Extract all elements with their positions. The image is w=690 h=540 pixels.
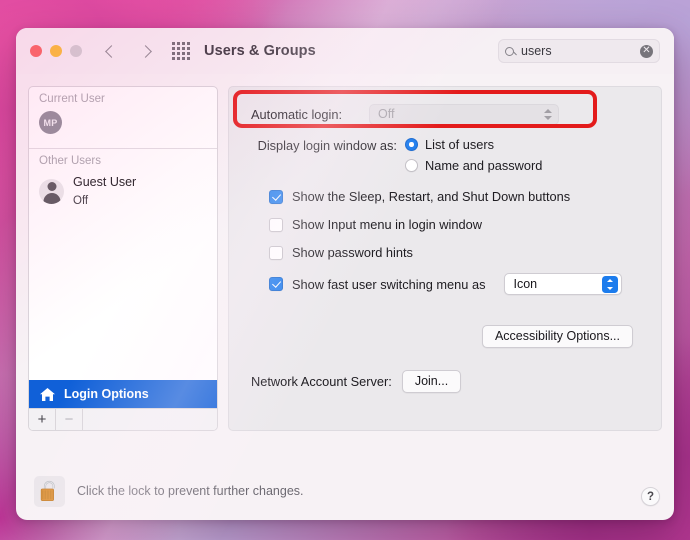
login-options-checkbox-list: Show the Sleep, Restart, and Shut Down b…	[269, 189, 645, 295]
search-field[interactable]: users ✕	[498, 39, 660, 63]
fast-user-switching-select[interactable]: Icon	[504, 273, 623, 295]
remove-user-button: −	[56, 409, 83, 430]
checkbox-label: Show fast user switching menu as	[292, 276, 486, 292]
sidebar-footer-filler	[83, 409, 217, 430]
radio-button[interactable]	[405, 138, 418, 151]
checkbox-show-sleep-restart-shutdown[interactable]: Show the Sleep, Restart, and Shut Down b…	[269, 189, 645, 204]
automatic-login-label: Automatic login:	[251, 106, 343, 122]
checkbox[interactable]	[269, 217, 283, 232]
checkbox-show-password-hints[interactable]: Show password hints	[269, 245, 645, 260]
chevron-updown-icon	[543, 107, 552, 121]
list-item-current-user[interactable]: MP	[29, 107, 217, 142]
group-header-other-users: Other Users	[39, 155, 101, 167]
checkbox[interactable]	[269, 189, 283, 204]
automatic-login-row: Automatic login: Off	[251, 103, 645, 125]
desktop-wallpaper: Users & Groups users ✕ Current User MP O…	[0, 0, 690, 540]
sidebar-footer: + −	[29, 408, 217, 430]
fast-user-switching-value: Icon	[513, 277, 538, 291]
guest-avatar-icon	[39, 178, 64, 204]
join-button[interactable]: Join...	[401, 370, 462, 393]
radio-list-of-users[interactable]: List of users	[405, 137, 542, 152]
show-all-grid-icon[interactable]	[172, 42, 190, 60]
window-titlebar: Users & Groups users ✕	[16, 28, 674, 74]
display-login-window-row: Display login window as: List of users N…	[245, 137, 645, 173]
accessibility-options-button[interactable]: Accessibility Options...	[481, 325, 633, 348]
checkbox[interactable]	[269, 245, 283, 260]
window-body: Current User MP Other Users Guest User O…	[16, 74, 674, 431]
checkbox-label: Show password hints	[292, 245, 413, 260]
zoom-button[interactable]	[70, 45, 82, 57]
accessibility-options-row: Accessibility Options...	[245, 325, 645, 348]
login-options-panel: Automatic login: Off Display login windo…	[228, 86, 662, 431]
radio-label: List of users	[425, 137, 494, 152]
group-header-current-user: Current User	[39, 93, 105, 105]
list-item-label: Guest User	[73, 175, 137, 189]
navigation-buttons	[102, 42, 154, 60]
chevron-updown-icon[interactable]	[602, 275, 619, 293]
house-icon	[39, 387, 56, 402]
users-sidebar: Current User MP Other Users Guest User O…	[28, 86, 218, 431]
network-account-server-label: Network Account Server:	[251, 374, 392, 389]
minimize-button[interactable]	[50, 45, 62, 57]
checkbox-label: Show the Sleep, Restart, and Shut Down b…	[292, 189, 571, 204]
forward-button[interactable]	[136, 42, 154, 60]
help-button[interactable]: ?	[641, 487, 660, 506]
window-footer: Click the lock to prevent further change…	[16, 462, 674, 520]
automatic-login-select[interactable]: Off	[369, 103, 559, 125]
automatic-login-value: Off	[378, 107, 395, 121]
radio-button[interactable]	[405, 159, 418, 172]
search-input-value[interactable]: users	[521, 44, 640, 58]
checkbox-label: Show Input menu in login window	[292, 217, 482, 232]
system-preferences-window: Users & Groups users ✕ Current User MP O…	[16, 28, 674, 520]
display-login-window-radio-group: List of users Name and password	[405, 137, 542, 173]
list-item-status: Off	[73, 195, 89, 207]
add-user-button[interactable]: +	[29, 409, 56, 430]
list-item-guest-user[interactable]: Guest User Off	[29, 169, 217, 217]
traffic-light-buttons	[30, 45, 82, 57]
lock-hint-text: Click the lock to prevent further change…	[77, 484, 304, 498]
search-icon	[505, 46, 514, 56]
avatar: MP	[39, 111, 62, 134]
search-clear-icon[interactable]: ✕	[640, 44, 653, 58]
radio-label: Name and password	[425, 158, 543, 173]
checkbox-show-input-menu[interactable]: Show Input menu in login window	[269, 217, 645, 232]
display-login-window-label: Display login window as:	[257, 138, 397, 153]
network-account-server-row: Network Account Server: Join...	[251, 370, 645, 393]
checkbox-fast-user-switching[interactable]: Show fast user switching menu as Icon	[269, 273, 645, 295]
close-button[interactable]	[30, 45, 42, 57]
checkbox[interactable]	[269, 277, 283, 291]
sidebar-item-login-options[interactable]: Login Options	[29, 380, 217, 408]
sidebar-item-label: Login Options	[64, 387, 149, 401]
window-title: Users & Groups	[204, 43, 316, 59]
back-button[interactable]	[102, 42, 120, 60]
lock-button[interactable]	[34, 475, 65, 507]
radio-name-and-password[interactable]: Name and password	[405, 158, 542, 173]
